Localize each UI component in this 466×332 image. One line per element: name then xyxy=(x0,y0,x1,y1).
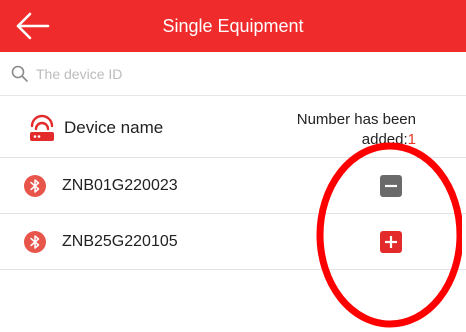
back-button[interactable] xyxy=(12,8,56,44)
minus-icon xyxy=(385,184,397,188)
add-device-button[interactable] xyxy=(380,231,402,253)
plus-icon xyxy=(385,236,397,248)
arrow-left-icon xyxy=(16,12,50,40)
added-count-label: Number has been added:1 xyxy=(297,110,416,150)
added-count-suffix: added: xyxy=(361,131,408,148)
added-count-text: Number has been xyxy=(296,111,416,128)
added-count-value: 1 xyxy=(407,131,416,148)
device-row: ZNB25G220105 xyxy=(0,214,466,270)
bluetooth-icon xyxy=(24,231,46,253)
search-bar xyxy=(0,52,466,96)
device-list-header: Device name Number has been added:1 xyxy=(0,96,466,158)
device-id: ZNB01G220023 xyxy=(62,177,178,194)
remove-device-button[interactable] xyxy=(380,175,402,197)
app-header: Single Equipment xyxy=(0,0,466,52)
search-input[interactable] xyxy=(36,60,436,88)
device-name-column-label: Device name xyxy=(64,118,164,137)
bluetooth-icon xyxy=(24,175,46,197)
device-row: ZNB01G220023 xyxy=(0,158,466,214)
device-id: ZNB25G220105 xyxy=(62,233,178,250)
page-title: Single Equipment xyxy=(162,16,304,36)
search-icon xyxy=(11,65,28,82)
router-icon xyxy=(30,114,54,141)
